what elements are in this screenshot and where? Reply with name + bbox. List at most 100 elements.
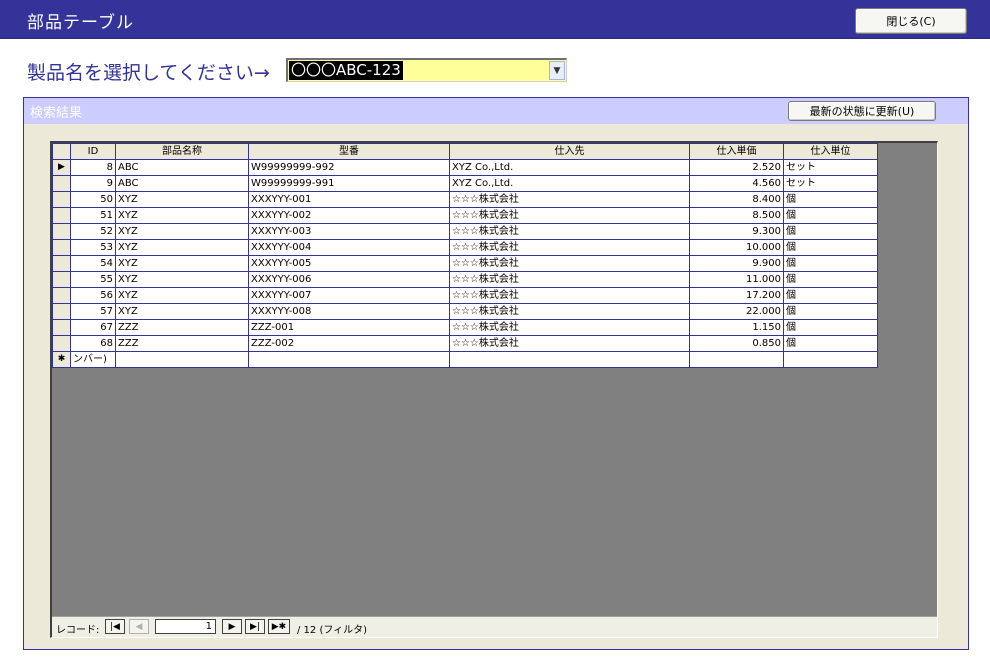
cell-unit[interactable]: 個 [783,287,878,304]
refresh-button[interactable]: 最新の状態に更新(U) [788,101,936,121]
cell-unit[interactable]: 個 [783,207,878,224]
column-header-name[interactable]: 部品名称 [115,143,249,160]
next-record-icon[interactable]: ▶ [222,619,242,634]
cell-id[interactable]: 67 [70,319,116,336]
cell-model[interactable]: W99999999-992 [248,159,450,176]
table-row[interactable]: 50 XYZ XXXYYY-001 ☆☆☆株式会社 8.400 個 [52,191,878,208]
cell-name[interactable]: XYZ [115,287,249,304]
cell-id[interactable]: 8 [70,159,116,176]
cell-id[interactable]: 51 [70,207,116,224]
cell-name[interactable]: XYZ [115,207,249,224]
cell-model[interactable]: XXXYYY-002 [248,207,450,224]
table-row[interactable]: 54 XYZ XXXYYY-005 ☆☆☆株式会社 9.900 個 [52,255,878,272]
cell-price[interactable]: 8.500 [689,207,784,224]
cell-id[interactable]: 9 [70,175,116,192]
row-selector[interactable] [52,191,71,208]
cell-model[interactable]: XXXYYY-004 [248,239,450,256]
column-header-supplier[interactable]: 仕入先 [449,143,690,160]
cell-price[interactable]: 1.150 [689,319,784,336]
cell-supplier[interactable]: ☆☆☆株式会社 [449,223,690,240]
new-row-cell[interactable] [115,351,249,368]
cell-price[interactable]: 10.000 [689,239,784,256]
cell-name[interactable]: XYZ [115,255,249,272]
table-row[interactable]: 52 XYZ XXXYYY-003 ☆☆☆株式会社 9.300 個 [52,223,878,240]
cell-supplier[interactable]: ☆☆☆株式会社 [449,303,690,320]
cell-name[interactable]: ABC [115,175,249,192]
cell-name[interactable]: XYZ [115,191,249,208]
cell-model[interactable]: ZZZ-002 [248,335,450,352]
row-selector[interactable] [52,287,71,304]
cell-id[interactable]: 52 [70,223,116,240]
cell-id[interactable]: 56 [70,287,116,304]
cell-unit[interactable]: 個 [783,191,878,208]
table-row[interactable]: 57 XYZ XXXYYY-008 ☆☆☆株式会社 22.000 個 [52,303,878,320]
cell-price[interactable]: 17.200 [689,287,784,304]
cell-unit[interactable]: セット [783,159,878,176]
cell-id[interactable]: 68 [70,335,116,352]
column-header-unit[interactable]: 仕入単位 [783,143,878,160]
chevron-down-icon[interactable]: ▼ [549,61,565,80]
cell-name[interactable]: XYZ [115,271,249,288]
last-record-icon[interactable]: ▶| [245,619,265,634]
product-combo[interactable]: 〇〇〇ABC-123 ▼ [286,58,567,82]
cell-model[interactable]: XXXYYY-007 [248,287,450,304]
table-row[interactable]: 56 XYZ XXXYYY-007 ☆☆☆株式会社 17.200 個 [52,287,878,304]
new-row-cell[interactable] [248,351,450,368]
row-selector[interactable] [52,319,71,336]
row-selector[interactable] [52,255,71,272]
row-selector[interactable] [52,239,71,256]
table-row[interactable]: 55 XYZ XXXYYY-006 ☆☆☆株式会社 11.000 個 [52,271,878,288]
cell-name[interactable]: XYZ [115,239,249,256]
cell-supplier[interactable]: ☆☆☆株式会社 [449,255,690,272]
cell-model[interactable]: XXXYYY-008 [248,303,450,320]
cell-price[interactable]: 0.850 [689,335,784,352]
cell-price[interactable]: 8.400 [689,191,784,208]
cell-unit[interactable]: 個 [783,335,878,352]
cell-model[interactable]: XXXYYY-003 [248,223,450,240]
cell-unit[interactable]: 個 [783,303,878,320]
row-selector[interactable] [52,223,71,240]
new-row-selector[interactable]: ✱ [52,351,71,368]
cell-unit[interactable]: 個 [783,271,878,288]
cell-price[interactable]: 2.520 [689,159,784,176]
column-header-id[interactable]: ID [70,143,116,160]
column-header-model[interactable]: 型番 [248,143,450,160]
cell-supplier[interactable]: ☆☆☆株式会社 [449,335,690,352]
cell-model[interactable]: ZZZ-001 [248,319,450,336]
row-selector[interactable] [52,175,71,192]
column-header-price[interactable]: 仕入単価 [689,143,784,160]
row-selector[interactable] [52,271,71,288]
cell-name[interactable]: ZZZ [115,335,249,352]
cell-name[interactable]: XYZ [115,223,249,240]
cell-id[interactable]: 57 [70,303,116,320]
new-row-cell[interactable] [783,351,878,368]
close-button[interactable]: 閉じる(C) [855,8,967,34]
table-row[interactable]: 51 XYZ XXXYYY-002 ☆☆☆株式会社 8.500 個 [52,207,878,224]
cell-unit[interactable]: 個 [783,223,878,240]
cell-unit[interactable]: セット [783,175,878,192]
cell-id[interactable]: 55 [70,271,116,288]
new-row-cell[interactable] [689,351,784,368]
new-record-icon[interactable]: ▶✱ [268,619,290,634]
cell-id[interactable]: 54 [70,255,116,272]
table-row[interactable]: 68 ZZZ ZZZ-002 ☆☆☆株式会社 0.850 個 [52,335,878,352]
cell-supplier[interactable]: ☆☆☆株式会社 [449,287,690,304]
table-row[interactable]: 53 XYZ XXXYYY-004 ☆☆☆株式会社 10.000 個 [52,239,878,256]
row-selector[interactable]: ▶ [52,159,71,176]
cell-name[interactable]: ZZZ [115,319,249,336]
cell-supplier[interactable]: ☆☆☆株式会社 [449,271,690,288]
cell-unit[interactable]: 個 [783,239,878,256]
cell-supplier[interactable]: ☆☆☆株式会社 [449,191,690,208]
cell-supplier[interactable]: ☆☆☆株式会社 [449,239,690,256]
cell-supplier[interactable]: XYZ Co.,Ltd. [449,175,690,192]
cell-price[interactable]: 9.300 [689,223,784,240]
cell-unit[interactable]: 個 [783,255,878,272]
cell-model[interactable]: W99999999-991 [248,175,450,192]
cell-model[interactable]: XXXYYY-005 [248,255,450,272]
cell-price[interactable]: 22.000 [689,303,784,320]
row-selector[interactable] [52,335,71,352]
table-row[interactable]: 9 ABC W99999999-991 XYZ Co.,Ltd. 4.560 セット [52,175,878,192]
new-record-row[interactable]: ✱ ンバー) [52,351,878,368]
cell-id[interactable]: 50 [70,191,116,208]
record-number-input[interactable]: 1 [155,619,216,634]
